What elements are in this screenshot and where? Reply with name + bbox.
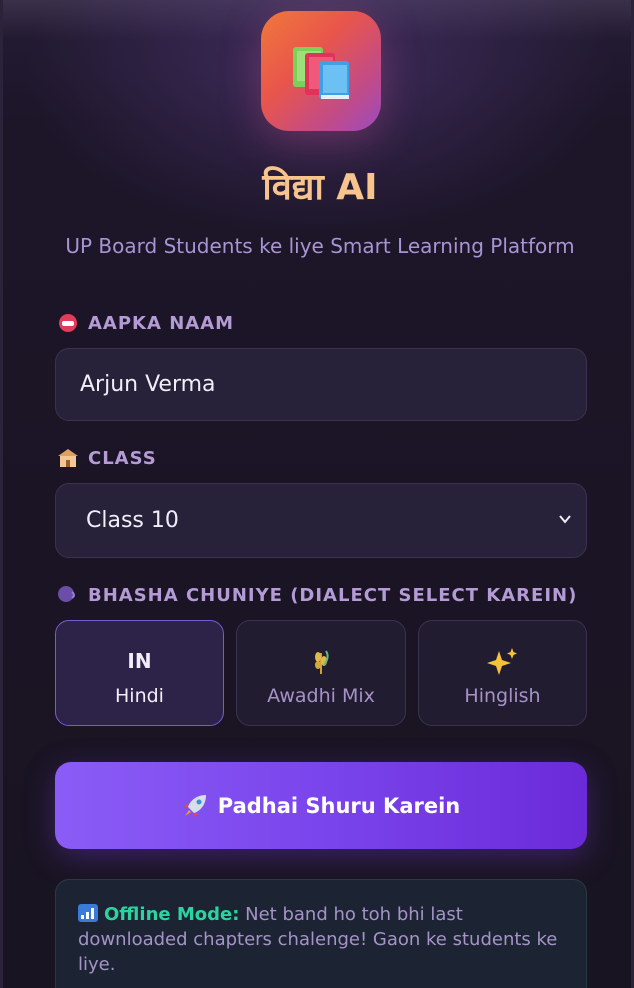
- books-icon: [293, 47, 349, 99]
- dialect-label: BHASHA CHUNIYE (DIALECT SELECT KAREIN): [57, 584, 577, 606]
- dialect-option-label: Awadhi Mix: [267, 685, 375, 707]
- offline-title: Offline Mode:: [104, 904, 240, 925]
- class-label: CLASS: [57, 447, 157, 469]
- rocket-icon: [183, 794, 206, 817]
- speaking-head-icon: [57, 584, 79, 606]
- offline-notice: Offline Mode: Net band ho toh bhi last d…: [55, 879, 587, 988]
- dialect-option-awadhi[interactable]: Awadhi Mix: [236, 620, 406, 726]
- start-learning-button[interactable]: Padhai Shuru Karein: [55, 762, 587, 849]
- start-learning-label: Padhai Shuru Karein: [217, 793, 461, 818]
- sparkles-icon: [419, 647, 586, 675]
- name-field-value: Arjun Verma: [80, 372, 216, 397]
- name-field[interactable]: Arjun Verma: [55, 348, 587, 421]
- onboarding-screen: विद्या AI UP Board Students ke liye Smar…: [0, 0, 634, 988]
- dialect-label-text: BHASHA CHUNIYE (DIALECT SELECT KAREIN): [88, 584, 578, 606]
- app-subtitle: UP Board Students ke liye Smart Learning…: [65, 234, 575, 258]
- app-title: विद्या AI: [262, 167, 378, 208]
- name-label-text: AAPKA NAAM: [88, 312, 235, 334]
- class-select[interactable]: Class 10: [55, 483, 587, 558]
- dialect-option-hindi[interactable]: IN Hindi: [55, 620, 224, 726]
- school-icon: [57, 447, 79, 469]
- dialect-option-label: Hindi: [115, 685, 164, 707]
- class-label-text: CLASS: [88, 447, 157, 469]
- india-flag-icon: IN: [127, 649, 152, 673]
- dialect-option-label: Hinglish: [464, 685, 541, 707]
- name-label: AAPKA NAAM: [57, 312, 234, 334]
- app-logo: [261, 11, 381, 131]
- signal-bars-icon: [78, 904, 98, 922]
- class-select-value: Class 10: [86, 508, 179, 533]
- chevron-down-icon: [559, 515, 571, 524]
- mouth-icon: [57, 312, 79, 334]
- wheat-icon: [237, 647, 405, 675]
- dialect-option-hinglish[interactable]: Hinglish: [418, 620, 587, 726]
